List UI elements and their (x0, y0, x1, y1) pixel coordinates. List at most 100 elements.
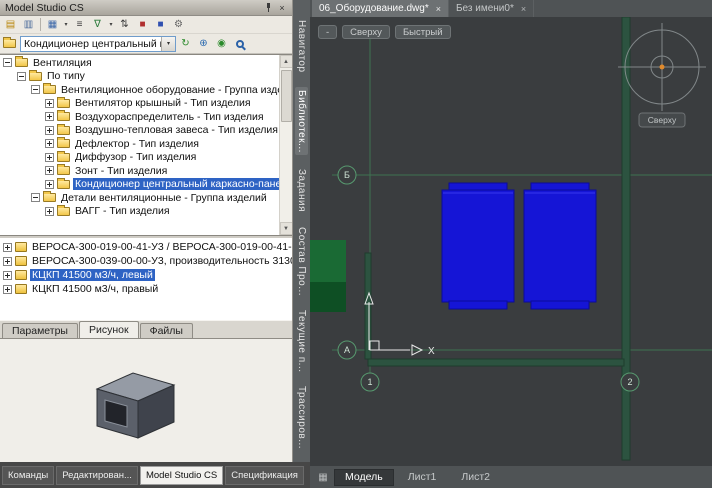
expander-icon[interactable] (31, 193, 40, 202)
expander-icon[interactable] (45, 99, 54, 108)
refresh-icon[interactable]: ↻ (177, 36, 194, 51)
tree-item[interactable]: Вентиляция (0, 56, 279, 70)
side-tab-navigator[interactable]: Навигатор (296, 20, 307, 73)
search-combo[interactable]: Кондиционер центральный каркасно-панельн… (20, 36, 176, 52)
globe-icon[interactable]: ⊕ (195, 36, 212, 51)
expander-icon[interactable] (45, 112, 54, 121)
tree-item-label: Вентиляция (31, 57, 94, 69)
expander-icon[interactable] (3, 271, 12, 280)
expander-icon[interactable] (17, 72, 26, 81)
copy-icon[interactable]: ▥ (20, 17, 37, 32)
filter-icon[interactable]: ∇ (89, 17, 106, 32)
scroll-down-icon[interactable]: ▼ (280, 222, 293, 235)
list-item[interactable]: ВЕРОСА-300-039-00-00-У3, производительно… (0, 254, 292, 268)
side-tab-trassirovka[interactable]: Трассиров... (296, 386, 307, 449)
expander-icon[interactable] (45, 139, 54, 148)
layout-grid-icon[interactable]: ▦ (315, 469, 331, 485)
viewport-view-button[interactable]: Сверху (342, 25, 390, 39)
red-box-icon[interactable]: ■ (134, 17, 151, 32)
tree-item[interactable]: ВАГГ - Тип изделия (0, 205, 279, 219)
close-tab-icon[interactable]: × (521, 4, 526, 14)
svg-text:Сверху: Сверху (648, 115, 677, 125)
expander-icon[interactable] (31, 85, 40, 94)
scroll-thumb[interactable] (281, 70, 292, 122)
list-item[interactable]: КЦКП 41500 м3/ч, правый (0, 282, 292, 296)
expander-icon[interactable] (45, 166, 54, 175)
tree-item[interactable]: Диффузор - Тип изделия (0, 151, 279, 165)
tree-item-label: Кондиционер центральный каркасно-панельн… (73, 178, 279, 190)
grid-label-2: 2 (627, 377, 632, 387)
left-dock: Model Studio CS × ▤ ▥ ▦ ▾ ≡ ∇ ▾ ⇅ ■ ■ ⚙ (0, 0, 310, 488)
grid-label-a: А (344, 345, 350, 355)
tree-scrollbar[interactable]: ▲ ▼ (279, 55, 292, 235)
viewport-controls: - Сверху Быстрый (318, 25, 451, 39)
viewport-style-button[interactable]: Быстрый (395, 25, 451, 39)
table-view-icon[interactable]: ▦ (44, 17, 61, 32)
tab-list2[interactable]: Лист2 (450, 469, 501, 486)
list-item[interactable]: ВЕРОСА-300-019-00-41-У3 / ВЕРОСА-300-019… (0, 240, 292, 254)
sort-icon[interactable]: ⇅ (116, 17, 133, 32)
drawing-statusbar: ▦ Модель Лист1 Лист2 (310, 466, 712, 488)
tree-item[interactable]: Вентилятор крышный - Тип изделия (0, 97, 279, 111)
side-tab-zadaniya[interactable]: Задания (296, 169, 307, 212)
expander-icon[interactable] (3, 58, 12, 67)
folder-icon (57, 207, 70, 216)
tree-item[interactable]: По типу (0, 70, 279, 84)
expander-icon[interactable] (3, 257, 12, 266)
blue-box-icon[interactable]: ■ (152, 17, 169, 32)
scroll-up-icon[interactable]: ▲ (280, 55, 293, 68)
chevron-down-icon[interactable]: ▾ (62, 17, 70, 32)
tree-item[interactable]: Вентиляционное оборудование - Группа изд… (0, 83, 279, 97)
combo-dropdown-icon[interactable]: ▾ (161, 37, 175, 51)
settings-gear-icon[interactable]: ⚙ (170, 17, 187, 32)
new-item-icon[interactable]: ▤ (2, 17, 19, 32)
side-tab-tekushchie[interactable]: Текущие п... (296, 310, 307, 373)
search-icon[interactable] (231, 36, 248, 51)
expander-icon[interactable] (45, 153, 54, 162)
close-tab-icon[interactable]: × (436, 4, 441, 14)
chevron-down-icon[interactable]: ▾ (107, 17, 115, 32)
drawing-canvas[interactable]: - Сверху Быстрый (310, 17, 712, 466)
folder-icon (57, 112, 70, 121)
workspace-tab-redaktirovanie[interactable]: Редактирован... (56, 466, 138, 485)
marker-icon[interactable]: ◉ (213, 36, 230, 51)
tab-faily[interactable]: Файлы (140, 323, 193, 338)
green-equipment-block[interactable] (310, 240, 346, 312)
tree-item-selected[interactable]: Кондиционер центральный каркасно-панельн… (0, 178, 279, 192)
expander-icon[interactable] (3, 243, 12, 252)
tree-item[interactable]: Дефлектор - Тип изделия (0, 137, 279, 151)
tab-model[interactable]: Модель (334, 469, 394, 486)
pin-icon[interactable] (261, 2, 275, 14)
expander-icon[interactable] (45, 207, 54, 216)
doc-tab-bez-imeni[interactable]: Без имени0* × (449, 0, 534, 17)
tab-list1[interactable]: Лист1 (397, 469, 448, 486)
tree-item-label: Вентилятор крышный - Тип изделия (73, 97, 253, 109)
ahu-unit-2[interactable] (524, 183, 596, 309)
side-tab-sostav-proekta[interactable]: Состав Про... (296, 227, 307, 296)
tab-parametry[interactable]: Параметры (2, 323, 78, 338)
viewport-minimize-button[interactable]: - (318, 25, 337, 39)
workspace-tab-komandy[interactable]: Команды (2, 466, 54, 485)
tree-item[interactable]: Воздухораспределитель - Тип изделия (0, 110, 279, 124)
close-icon[interactable]: × (275, 2, 289, 14)
workspace-tab-model-studio-cs[interactable]: Model Studio CS (140, 466, 223, 485)
palette-titlebar[interactable]: Model Studio CS × (0, 0, 292, 16)
tree-item[interactable]: Детали вентиляционные - Группа изделий (0, 191, 279, 205)
expander-icon[interactable] (3, 285, 12, 294)
grid-axes (332, 17, 712, 373)
wall-bottom[interactable] (368, 359, 624, 366)
tab-risunok[interactable]: Рисунок (79, 321, 139, 338)
expander-icon[interactable] (45, 126, 54, 135)
expander-icon[interactable] (45, 180, 54, 189)
side-tab-library[interactable]: Библиотек... (295, 87, 308, 156)
tree-item[interactable]: Зонт - Тип изделия (0, 164, 279, 178)
tree-item[interactable]: Воздушно-тепловая завеса - Тип изделия (0, 124, 279, 138)
doc-tab-oborudovanie[interactable]: 06_Оборудование.dwg* × (312, 0, 449, 17)
open-folder-icon[interactable] (2, 36, 19, 51)
library-palette: Model Studio CS × ▤ ▥ ▦ ▾ ≡ ∇ ▾ ⇅ ■ ■ ⚙ (0, 0, 293, 462)
list-item-selected[interactable]: КЦКП 41500 м3/ч, левый (0, 268, 292, 282)
toolbar-separator (40, 18, 41, 31)
list-view-icon[interactable]: ≡ (71, 17, 88, 32)
ahu-unit-1[interactable] (442, 183, 514, 309)
workspace-tab-specifikaciya[interactable]: Спецификация (225, 466, 304, 485)
